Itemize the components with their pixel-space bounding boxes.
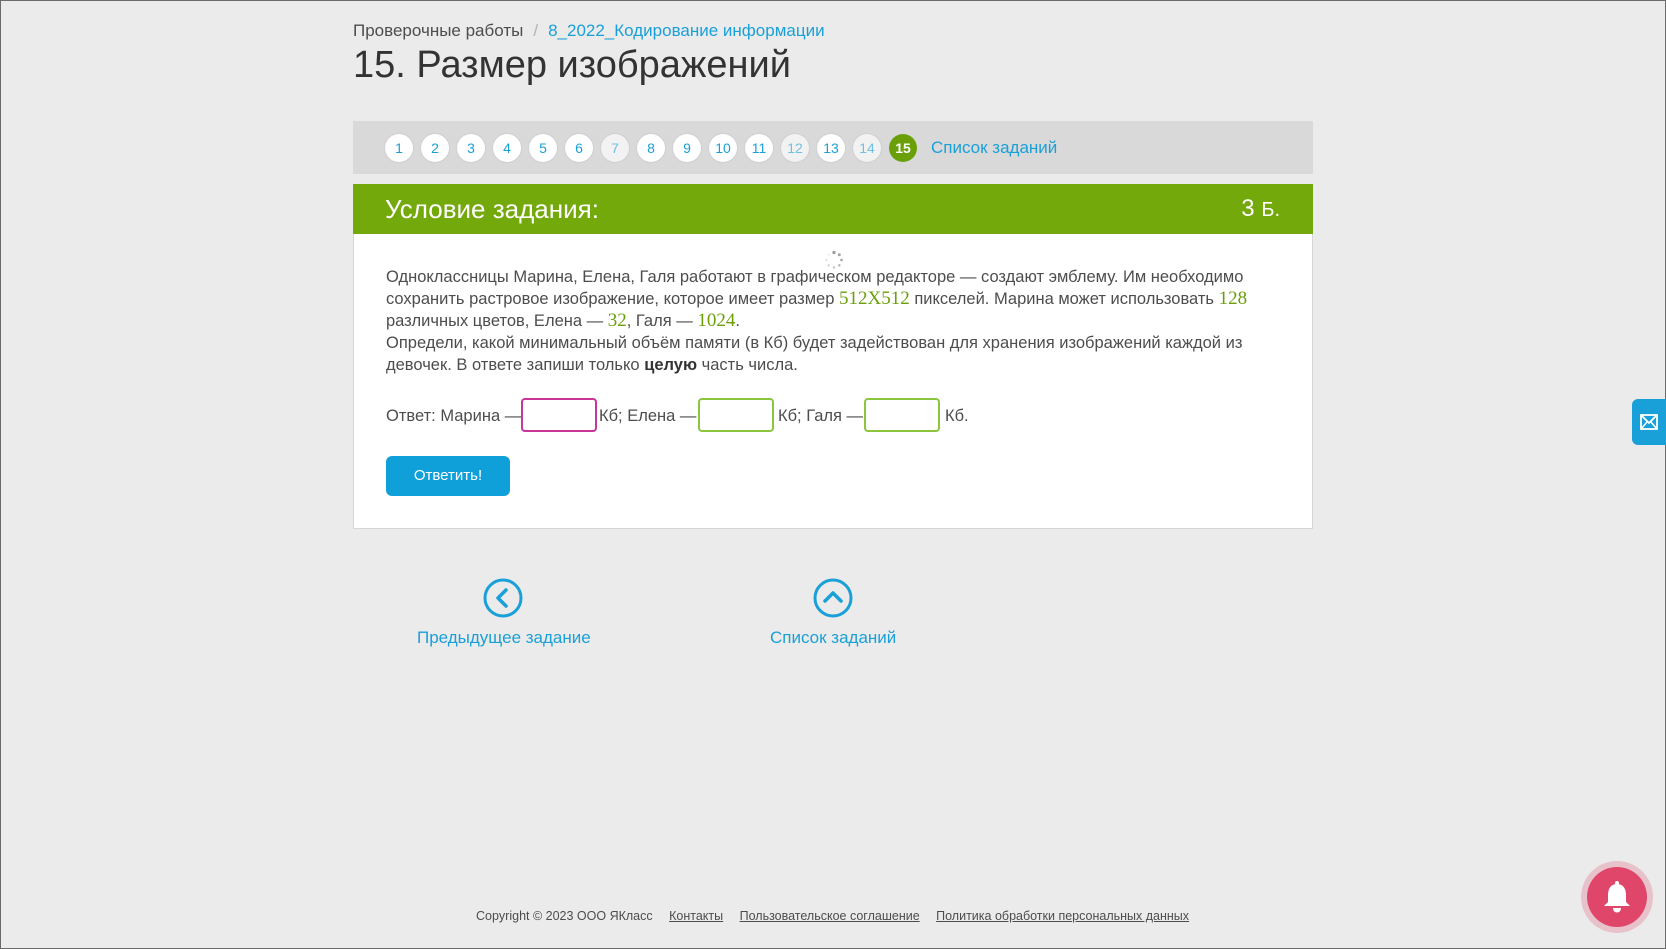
- task-points: 3 Б.: [1241, 195, 1280, 223]
- chevron-left-circle-icon: [483, 578, 523, 618]
- footer-copyright: Copyright © 2023 ООО ЯКласс: [476, 909, 653, 923]
- task-points-unit: Б.: [1261, 199, 1280, 221]
- task-text-part: пикселей. Марина может использовать: [914, 290, 1215, 308]
- breadcrumb-current-link[interactable]: 8_2022_Кодирование информации: [548, 21, 825, 40]
- task-paragraph-2: Определи, какой минимальный объём памяти…: [386, 332, 1266, 376]
- task-list-label: Список заданий: [770, 628, 897, 647]
- answer-unit-label: Кб; Галя —: [778, 407, 864, 425]
- task-text-part: Определи, какой минимальный объём памяти…: [386, 334, 1243, 374]
- task-text-part: часть числа.: [701, 356, 798, 374]
- pager-item-15-active[interactable]: 15: [889, 134, 917, 162]
- feedback-mail-button[interactable]: [1632, 399, 1666, 445]
- page-title: 15. Размер изображений: [353, 44, 791, 86]
- previous-task-link[interactable]: Предыдущее задание: [417, 578, 591, 648]
- task-pager: 1 2 3 4 5 6 7 8 9 10 11 12 13 14 15 Спис…: [353, 121, 1313, 174]
- task-header: Условие задания: 3 Б.: [353, 184, 1313, 234]
- breadcrumb-root-link[interactable]: Проверочные работы: [353, 21, 523, 40]
- pager-item-14[interactable]: 14: [853, 134, 881, 162]
- pager-item-7[interactable]: 7: [601, 134, 629, 162]
- footer-link-privacy-policy[interactable]: Политика обработки персональных данных: [936, 909, 1189, 923]
- elena-answer-input[interactable]: [698, 398, 774, 432]
- image-size-value: 512X512: [839, 288, 910, 309]
- pager-item-10[interactable]: 10: [709, 134, 737, 162]
- answer-unit-label: Кб.: [945, 407, 969, 425]
- task-list-link[interactable]: Список заданий: [770, 578, 896, 648]
- marina-colors-value: 128: [1218, 288, 1248, 309]
- galya-colors-value: 1024: [697, 310, 736, 331]
- pager-item-6[interactable]: 6: [565, 134, 593, 162]
- pager-item-2[interactable]: 2: [421, 134, 449, 162]
- pager-item-1[interactable]: 1: [385, 134, 413, 162]
- pager-item-3[interactable]: 3: [457, 134, 485, 162]
- answer-unit-label: Кб; Елена —: [599, 407, 697, 425]
- footer-link-user-agreement[interactable]: Пользовательское соглашение: [740, 909, 920, 923]
- task-text-part: различных цветов, Елена —: [386, 312, 604, 330]
- task-text-part: .: [735, 312, 740, 330]
- submit-answer-button[interactable]: Ответить!: [386, 456, 510, 496]
- task-body: Одноклассницы Марина, Елена, Галя работа…: [353, 234, 1313, 529]
- task-statement: Одноклассницы Марина, Елена, Галя работа…: [386, 266, 1266, 376]
- notifications-button[interactable]: [1587, 867, 1647, 927]
- task-text-emphasis: целую: [644, 356, 698, 374]
- previous-task-label: Предыдущее задание: [417, 628, 591, 647]
- marina-answer-input[interactable]: [521, 398, 597, 432]
- answer-prefix-label: Ответ: Марина —: [386, 407, 522, 425]
- pager-item-5[interactable]: 5: [529, 134, 557, 162]
- pager-item-11[interactable]: 11: [745, 134, 773, 162]
- bell-icon: [1604, 881, 1630, 913]
- task-points-value: 3: [1241, 195, 1255, 222]
- breadcrumb-separator: /: [533, 21, 539, 40]
- chevron-up-circle-icon: [813, 578, 853, 618]
- footer: Copyright © 2023 ООО ЯКласс Контакты Пол…: [476, 909, 1189, 923]
- pager-item-13[interactable]: 13: [817, 134, 845, 162]
- mail-icon: [1640, 414, 1658, 430]
- pager-item-12[interactable]: 12: [781, 134, 809, 162]
- task-text-part: , Галя —: [626, 312, 693, 330]
- pager-item-8[interactable]: 8: [637, 134, 665, 162]
- pager-task-list-link[interactable]: Список заданий: [931, 138, 1057, 158]
- footer-link-contacts[interactable]: Контакты: [669, 909, 723, 923]
- task-paragraph-1: Одноклассницы Марина, Елена, Галя работа…: [386, 266, 1266, 332]
- breadcrumb: Проверочные работы / 8_2022_Кодирование ин…: [353, 21, 825, 41]
- galya-answer-input[interactable]: [864, 398, 940, 432]
- pager-item-4[interactable]: 4: [493, 134, 521, 162]
- task-header-title: Условие задания:: [385, 194, 599, 224]
- elena-colors-value: 32: [607, 310, 627, 331]
- pager-item-9[interactable]: 9: [673, 134, 701, 162]
